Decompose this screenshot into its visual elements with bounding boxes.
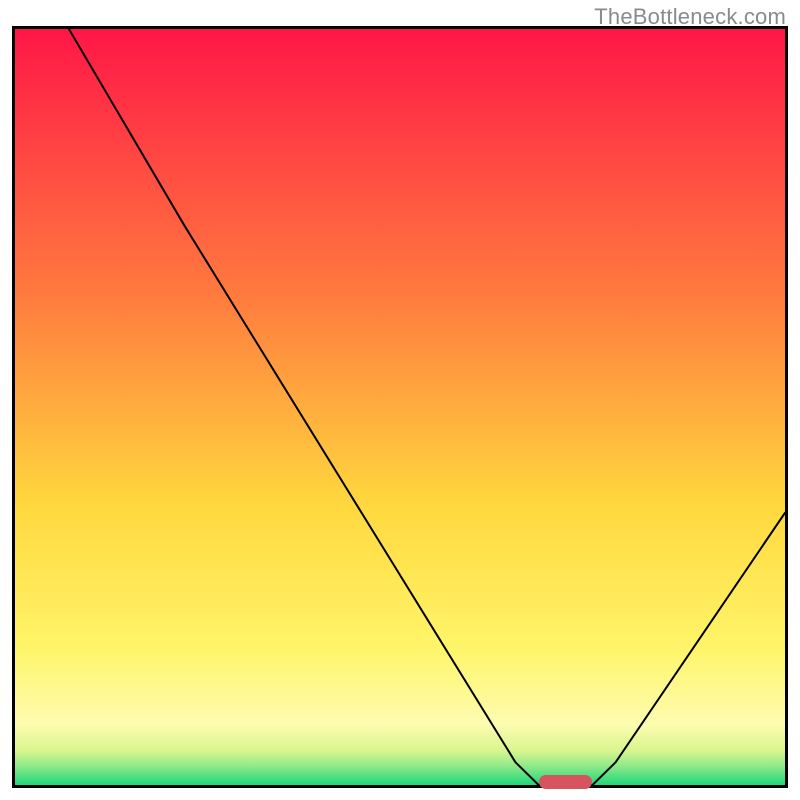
optimal-range-marker [539, 775, 593, 789]
chart-frame [12, 26, 788, 788]
bottleneck-curve [15, 29, 785, 785]
